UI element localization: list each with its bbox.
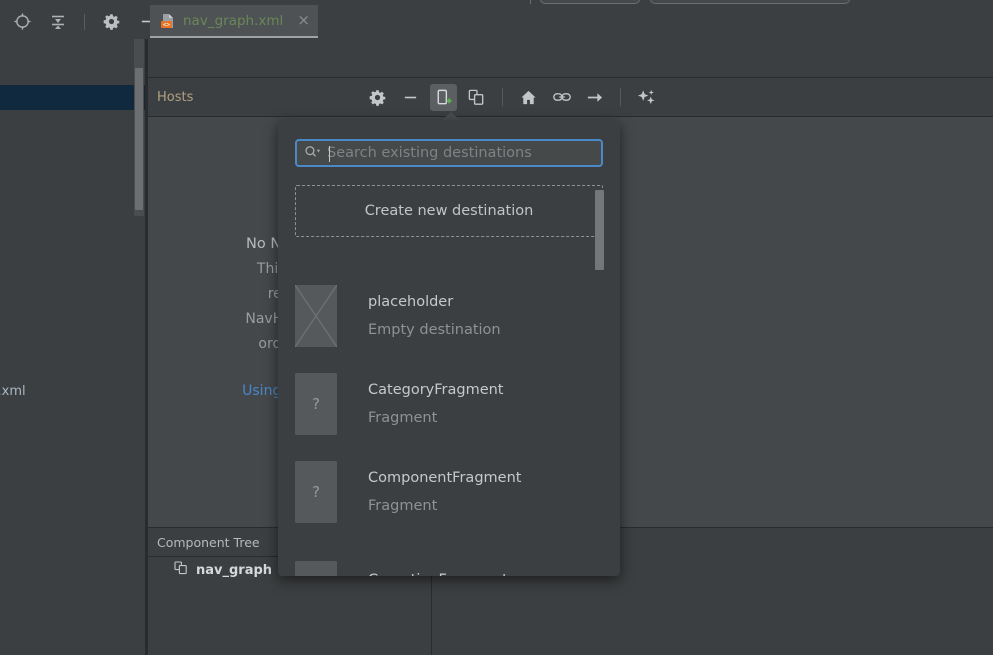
toolbar-divider xyxy=(502,88,503,106)
arrow-icon[interactable] xyxy=(581,84,608,111)
tree-row-selected[interactable] xyxy=(0,85,148,110)
editor-top-strip xyxy=(148,39,993,78)
new-destination-icon[interactable] xyxy=(430,83,457,111)
list-item[interactable]: xml xyxy=(0,429,148,454)
close-icon[interactable]: × xyxy=(297,13,310,28)
placeholder-thumbnail-icon xyxy=(295,285,337,347)
locate-icon[interactable] xyxy=(10,10,34,34)
list-item[interactable]: pi xyxy=(0,284,148,309)
gear-icon[interactable] xyxy=(364,84,391,111)
list-item[interactable]: xdpi xyxy=(0,334,148,359)
list-item[interactable]: ? ComponentFragment Fragment xyxy=(278,448,620,536)
tab-bar: <> nav_graph.xml × xyxy=(0,4,993,39)
search-input[interactable]: Search existing destinations xyxy=(295,139,603,167)
tree-item-label: onent.xml xyxy=(0,384,26,399)
destination-name: CategoryFragment xyxy=(368,382,504,398)
toolbar-divider xyxy=(84,13,85,30)
destination-name: CoroutineFragment xyxy=(368,572,508,576)
collapse-all-icon[interactable] xyxy=(46,10,70,34)
gear-icon[interactable] xyxy=(99,10,123,34)
destination-popup: Search existing destinations Create new … xyxy=(278,120,620,576)
component-tree-root-label: nav_graph xyxy=(196,562,273,578)
list-item[interactable]: i xyxy=(0,259,148,284)
toolbar-divider xyxy=(620,88,621,106)
ide-window: <> nav_graph.xml × i pi dpi xdpi onent.x… xyxy=(0,0,993,655)
minimize-icon[interactable] xyxy=(397,84,424,111)
action-link-icon[interactable] xyxy=(548,84,575,111)
svg-text:<>: <> xyxy=(163,21,171,28)
project-tree-panel: i pi dpi xdpi onent.xml xml xml kml .xml xyxy=(0,39,148,655)
unknown-thumbnail-icon: ? xyxy=(295,461,337,523)
nested-graph-icon xyxy=(173,560,189,580)
hosts-title: Hosts xyxy=(157,89,194,105)
list-item[interactable]: placeholder Empty destination xyxy=(278,272,620,360)
destination-name: placeholder xyxy=(368,294,454,310)
list-item[interactable]: kml xyxy=(0,454,148,479)
search-placeholder: Search existing destinations xyxy=(327,145,532,161)
project-toolbar xyxy=(0,4,153,39)
list-item[interactable]: dpi xyxy=(0,309,148,334)
destination-type: Empty destination xyxy=(368,322,501,338)
list-item[interactable]: onent.xml xyxy=(0,379,148,404)
tab-label: nav_graph.xml xyxy=(183,12,284,29)
xml-file-icon: <> xyxy=(160,13,176,29)
destination-type: Fragment xyxy=(368,498,438,514)
text-caret xyxy=(329,146,330,162)
unknown-thumbnail-icon: ? xyxy=(295,373,337,435)
nested-graph-icon[interactable] xyxy=(463,84,490,111)
project-scrollbar-thumb[interactable] xyxy=(135,68,143,210)
search-icon[interactable] xyxy=(304,144,321,163)
list-item[interactable]: ? CategoryFragment Fragment xyxy=(278,360,620,448)
editor-tab-nav-graph[interactable]: <> nav_graph.xml × xyxy=(150,5,318,38)
create-new-destination-button[interactable]: Create new destination xyxy=(295,185,603,237)
destination-list[interactable]: placeholder Empty destination ? Category… xyxy=(278,272,620,576)
popup-scrollbar-thumb[interactable] xyxy=(595,190,604,270)
auto-arrange-icon[interactable] xyxy=(633,84,660,111)
list-item[interactable]: CoroutineFragment xyxy=(278,536,620,576)
list-item[interactable]: xml xyxy=(0,404,148,429)
destination-type: Fragment xyxy=(368,410,438,426)
home-icon[interactable] xyxy=(515,84,542,111)
plain-thumbnail-icon xyxy=(295,561,337,576)
destination-name: ComponentFragment xyxy=(368,470,522,486)
hosts-panel-header: Hosts xyxy=(148,78,993,117)
list-item[interactable]: .xml xyxy=(0,514,148,539)
